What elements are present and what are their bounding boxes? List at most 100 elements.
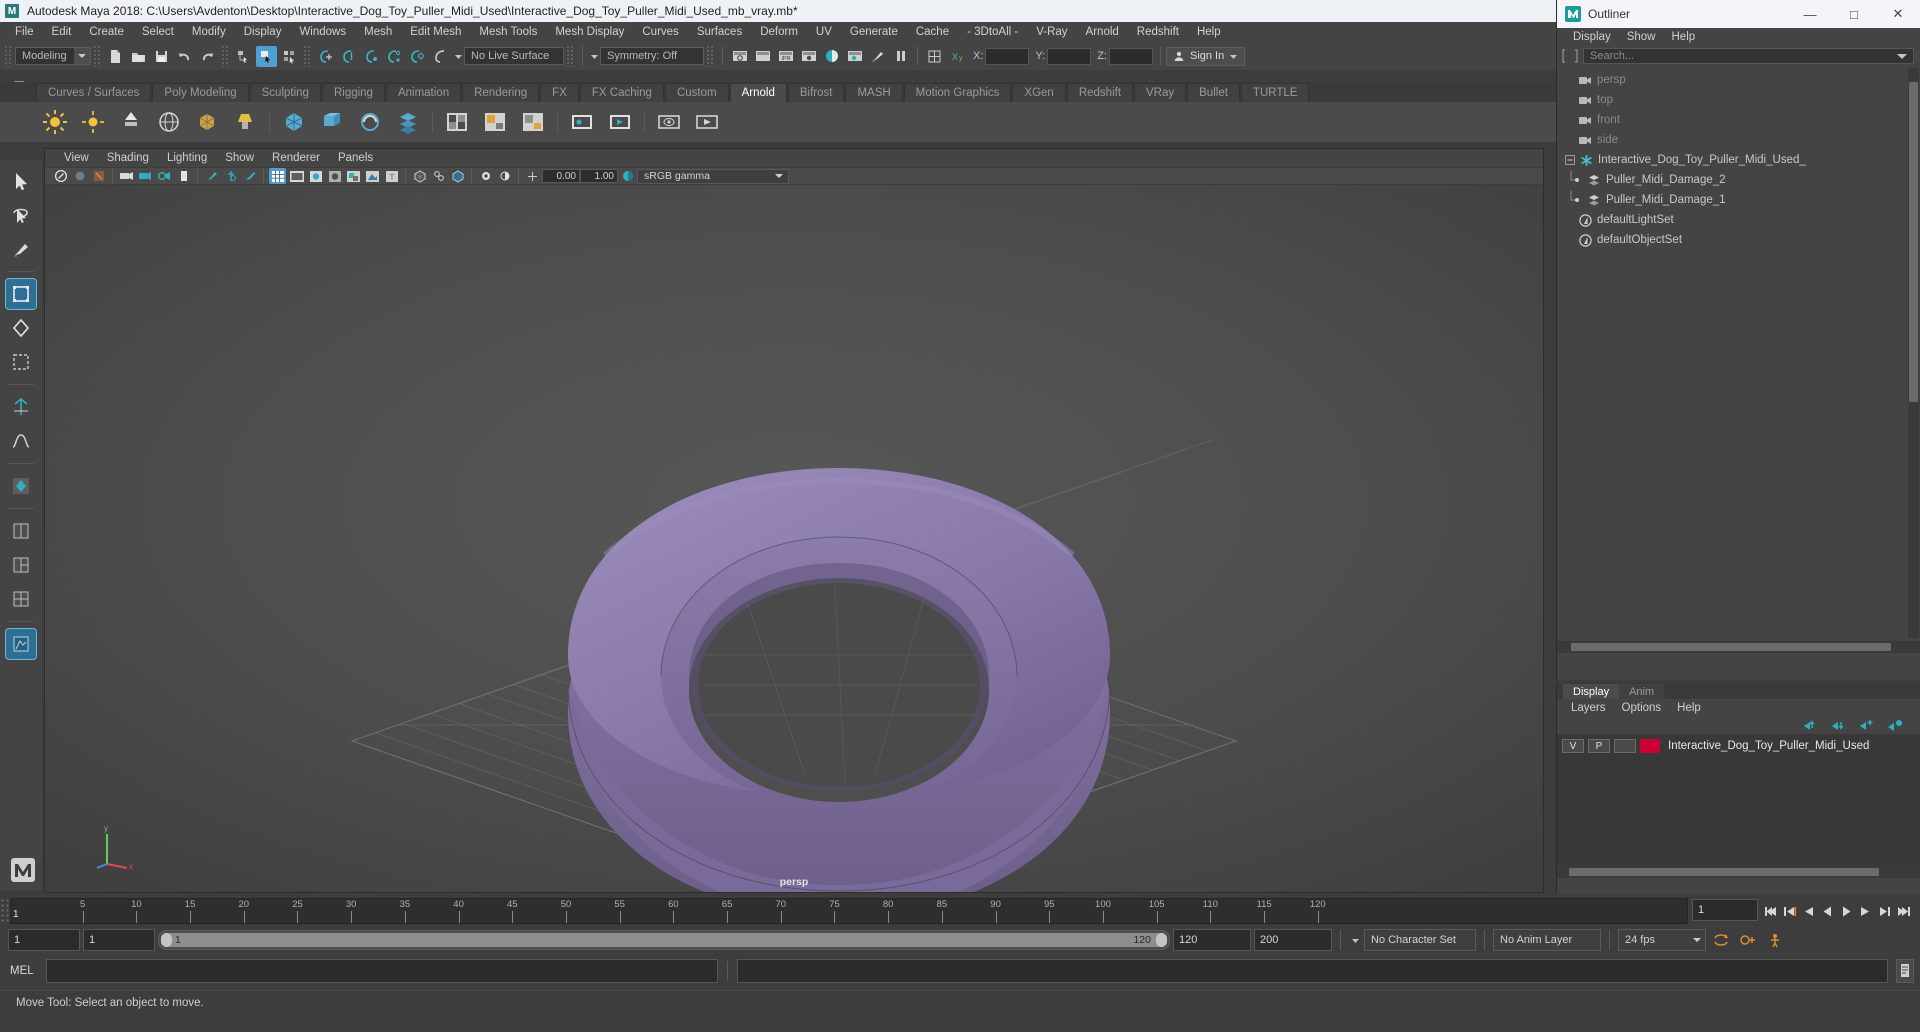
animation-preferences-icon[interactable] <box>1763 932 1789 948</box>
outliner-item-defaultobjectset[interactable]: defaultObjectSet <box>1557 230 1920 250</box>
menu-item-redshift[interactable]: Redshift <box>1128 24 1188 40</box>
range-slider[interactable]: 1 120 <box>158 930 1170 950</box>
outliner-item-puller-midi-damage-2[interactable]: Puller_Midi_Damage_2 <box>1557 170 1920 190</box>
step-back-key-button[interactable] <box>1781 901 1798 921</box>
gate-mask-icon[interactable] <box>175 168 192 184</box>
select-component-icon[interactable] <box>279 46 300 67</box>
image-plane-icon[interactable] <box>118 168 135 184</box>
range-handle-left[interactable] <box>161 933 172 947</box>
toolbar-grip-5[interactable] <box>706 45 715 67</box>
exposure-slider-icon[interactable] <box>524 168 541 184</box>
render-settings-icon[interactable] <box>798 46 819 67</box>
arnold-render-flags-icon[interactable] <box>441 106 473 138</box>
layer-visibility-toggle[interactable]: V <box>1562 739 1584 753</box>
scale-tool-button[interactable] <box>6 347 36 377</box>
play-forwards-button[interactable] <box>1838 901 1855 921</box>
go-to-end-button[interactable] <box>1895 901 1912 921</box>
scrollbar-thumb[interactable] <box>1571 643 1891 651</box>
layer-menu-layers[interactable]: Layers <box>1563 702 1614 714</box>
outliner-menu-help[interactable]: Help <box>1664 30 1704 44</box>
outliner-tree[interactable]: persp top front side Interactive_Dog_Toy_Pul… <box>1557 66 1920 641</box>
outliner-menu-show[interactable]: Show <box>1619 30 1664 44</box>
snap-projected-center-icon[interactable] <box>384 46 405 67</box>
shelf-tab-rigging[interactable]: Rigging <box>321 83 385 102</box>
viewport-3d-canvas[interactable]: y x persp <box>45 185 1543 892</box>
layer-list[interactable]: V P Interactive_Dog_Toy_Puller_Midi_Used <box>1557 734 1920 866</box>
maximize-icon[interactable]: □ <box>1832 0 1876 28</box>
statusline-grip[interactable] <box>4 45 12 67</box>
menu-item-mesh[interactable]: Mesh <box>355 24 401 40</box>
go-to-start-button[interactable] <box>1762 901 1779 921</box>
step-forward-key-button[interactable] <box>1876 901 1893 921</box>
viewport-menu-show[interactable]: Show <box>216 151 263 165</box>
arnold-flipbook-icon[interactable] <box>653 106 685 138</box>
sign-in-button[interactable]: Sign In <box>1165 46 1246 66</box>
select-hierarchy-icon[interactable] <box>233 46 254 67</box>
make-live-icon[interactable] <box>430 46 451 67</box>
shelf-tab-curves-surfaces[interactable]: Curves / Surfaces <box>36 83 152 102</box>
menu-item-help[interactable]: Help <box>1188 24 1230 40</box>
screen-space-ao-icon[interactable] <box>364 168 381 184</box>
new-layer-from-selection-icon[interactable] <box>1886 718 1904 732</box>
move-layer-up-icon[interactable] <box>1802 718 1820 732</box>
shelf-tab-custom[interactable]: Custom <box>664 83 729 102</box>
xray-active-components-icon[interactable] <box>449 168 466 184</box>
outliner-item-puller-midi-damage-1[interactable]: Puller_Midi_Damage_1 <box>1557 190 1920 210</box>
color-management-icon[interactable] <box>619 168 636 184</box>
outliner-item-top[interactable]: top <box>1557 90 1920 110</box>
shelf-tab-poly-modeling[interactable]: Poly Modeling <box>152 83 249 102</box>
toolbar-grip-1[interactable] <box>93 45 102 67</box>
wireframe-shading-icon[interactable] <box>269 168 286 184</box>
arnold-standin-icon[interactable] <box>278 106 310 138</box>
move-tool-button[interactable] <box>5 278 37 310</box>
make-live-chevron-icon[interactable] <box>452 52 464 61</box>
menuset-dropdown[interactable]: Modeling <box>15 47 91 65</box>
shadows-icon[interactable] <box>345 168 362 184</box>
select-camera-icon[interactable] <box>52 168 69 184</box>
menu-item-edit[interactable]: Edit <box>43 24 81 40</box>
shelf-tab-bullet[interactable]: Bullet <box>1187 83 1240 102</box>
time-slider-grip[interactable] <box>0 898 10 924</box>
shelf-tab-turtle[interactable]: TURTLE <box>1240 83 1310 102</box>
hypershade-icon[interactable] <box>821 46 842 67</box>
menu-item-edit-mesh[interactable]: Edit Mesh <box>401 24 470 40</box>
grease-pencil-icon[interactable] <box>203 168 220 184</box>
open-scene-icon[interactable] <box>128 46 149 67</box>
pause-playback-icon[interactable] <box>890 46 911 67</box>
save-scene-icon[interactable] <box>151 46 172 67</box>
arnold-area-light-icon[interactable] <box>39 106 71 138</box>
shelf-tab-fx-caching[interactable]: FX Caching <box>579 83 664 102</box>
menu-item-file[interactable]: File <box>6 24 43 40</box>
command-input-field[interactable] <box>46 959 718 983</box>
exposure-value[interactable]: 0.00 <box>542 169 580 183</box>
minimize-icon[interactable]: — <box>1788 0 1832 28</box>
viewport-menu-shading[interactable]: Shading <box>98 151 158 165</box>
fps-dropdown[interactable]: 24 fps <box>1618 929 1706 951</box>
scrollbar-thumb[interactable] <box>1569 868 1879 876</box>
two-sided-lighting-icon[interactable] <box>137 168 154 184</box>
menu-item-create[interactable]: Create <box>80 24 133 40</box>
anim-layer-field[interactable]: No Anim Layer <box>1493 929 1601 951</box>
arnold-procedural-icon[interactable] <box>354 106 386 138</box>
arnold-skydome-light-icon[interactable] <box>153 106 185 138</box>
arnold-point-light-icon[interactable] <box>77 106 109 138</box>
menu-item-mesh-tools[interactable]: Mesh Tools <box>470 24 546 40</box>
menu-item-surfaces[interactable]: Surfaces <box>688 24 751 40</box>
live-surface-field[interactable]: No Live Surface <box>464 47 564 65</box>
layer-playback-toggle[interactable]: P <box>1588 739 1610 753</box>
command-language-label[interactable]: MEL <box>10 965 42 977</box>
ik-handle-icon[interactable] <box>222 168 239 184</box>
outliner-menu-display[interactable]: Display <box>1565 30 1619 44</box>
render-view-icon[interactable] <box>844 46 865 67</box>
snap-grid-icon[interactable] <box>315 46 336 67</box>
shelf-tab-vray[interactable]: VRay <box>1134 83 1187 102</box>
anim-start-field[interactable]: 1 <box>8 929 80 951</box>
menu-item-windows[interactable]: Windows <box>290 24 355 40</box>
range-handle-right[interactable] <box>1156 933 1167 947</box>
arnold-distant-light-icon[interactable] <box>115 106 147 138</box>
render-current-frame-icon[interactable] <box>729 46 750 67</box>
gamma-icon[interactable] <box>496 168 513 184</box>
soft-select-button[interactable] <box>6 426 36 456</box>
toggle-brush-icon[interactable] <box>867 46 888 67</box>
two-pane-layout-button[interactable] <box>6 550 36 580</box>
